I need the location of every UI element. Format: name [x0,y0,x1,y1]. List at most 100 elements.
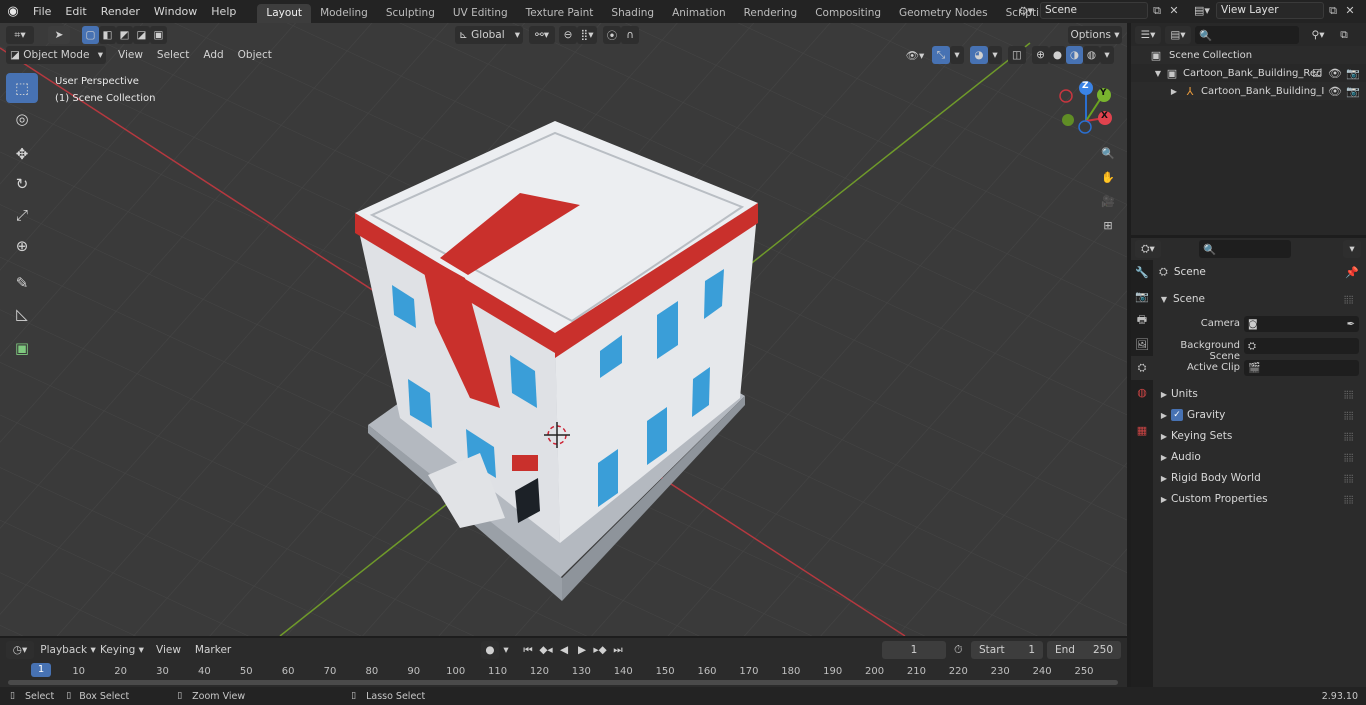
overlays-toggle[interactable]: ◕ [970,46,988,64]
shading-rendered-button[interactable]: ◍ [1083,46,1100,64]
xray-toggle[interactable]: ◫ [1008,46,1026,64]
select-mode-intersect-icon[interactable]: ▣ [150,26,167,44]
tab-tool[interactable]: 🔧 [1131,260,1153,284]
viewport-menu-add[interactable]: Add [203,49,223,61]
rigid-body-world-panel-header[interactable]: ▶ Rigid Body World ⣿⣿ [1159,468,1359,488]
scale-tool[interactable]: ⤢ [6,200,38,230]
tab-animation[interactable]: Animation [663,4,735,23]
view-layer-name-field[interactable]: View Layer [1216,2,1324,19]
tab-layout[interactable]: Layout [257,4,312,23]
gravity-panel-header[interactable]: ▶ ✓ Gravity ⣿⣿ [1159,405,1359,425]
delete-scene-icon[interactable]: ✕ [1166,4,1182,17]
drag-handle-icon[interactable]: ⣿⣿ [1343,474,1354,483]
expand-arrow-icon[interactable]: ▼ [1153,69,1163,78]
duplicate-scene-icon[interactable]: ⧉ [1148,4,1166,18]
gizmo-toggle[interactable]: ⤡ [932,46,950,64]
snap-toggle[interactable]: ⊖ [559,26,577,44]
render-camera-icon[interactable]: 📷 [1346,85,1360,98]
3d-viewport[interactable]: Z Y X ⌗▾ ➤ ▢ ◧ ◩ ◪ ▣ ⊾ Global ▾ ⚯▾ ⊖ ⣿▾ … [0,23,1127,636]
jump-to-prev-keyframe-button[interactable]: ◆◂ [537,641,555,659]
move-tool[interactable]: ✥ [6,139,38,169]
select-mode-extend-icon[interactable]: ◧ [99,26,116,44]
active-clip-field[interactable]: 🎬 [1244,360,1359,376]
editor-type-button[interactable]: ⌗▾ [6,26,34,44]
timeline-scrollbar[interactable] [8,680,1118,685]
keying-set-dropdown[interactable]: ▾ [499,641,513,659]
properties-editor-type-button[interactable]: ⛭▾ [1135,240,1161,258]
gravity-checkbox[interactable]: ✓ [1171,409,1183,421]
expand-arrow-icon[interactable]: ▶ [1169,87,1179,96]
tool-settings-select-icon[interactable]: ➤ [48,26,70,44]
rotate-tool[interactable]: ↻ [6,169,38,199]
shading-dropdown[interactable]: ▾ [1100,46,1114,64]
tab-output[interactable]: 🖶 [1131,308,1153,332]
blender-logo-icon[interactable]: ◉ [0,4,26,19]
tab-view-layer[interactable]: 🖼 [1131,332,1153,356]
drag-handle-icon[interactable]: ⣿⣿ [1343,495,1354,504]
display-mode-dropdown[interactable]: ▤▾ [1165,26,1191,44]
scene-name-field[interactable]: Scene [1040,2,1148,19]
eyedropper-icon[interactable]: ✒ [1347,319,1359,330]
options-dropdown[interactable]: Options ▾ [1068,26,1122,44]
drag-handle-icon[interactable]: ⣿⣿ [1343,432,1354,441]
current-frame-indicator[interactable]: 1 [31,663,51,677]
menu-edit[interactable]: Edit [58,0,93,23]
outliner-row-object[interactable]: ▶ ⅄ Cartoon_Bank_Building_I 👁 📷 [1131,82,1366,100]
transform-orientation-dropdown[interactable]: ⊾ Global ▾ [455,26,523,44]
viewport-menu-select[interactable]: Select [157,49,189,61]
tab-sculpting[interactable]: Sculpting [377,4,444,23]
camera-field[interactable]: ◙ ✒ [1244,316,1359,332]
keying-sets-panel-header[interactable]: ▶ Keying Sets ⣿⣿ [1159,426,1359,446]
visibility-eye-icon[interactable]: 👁 [1328,85,1342,98]
menu-file[interactable]: File [26,0,58,23]
shading-solid-button[interactable]: ● [1049,46,1066,64]
play-button[interactable]: ▶ [573,641,591,659]
custom-properties-panel-header[interactable]: ▶ Custom Properties ⣿⣿ [1159,489,1359,509]
viewport-menu-object[interactable]: Object [238,49,272,61]
scene-icon[interactable]: ⛭▾ [1012,4,1040,18]
select-mode-new-icon[interactable]: ▢ [82,26,99,44]
shading-material-button[interactable]: ◑ [1066,46,1083,64]
tab-modeling[interactable]: Modeling [311,4,377,23]
tab-rendering[interactable]: Rendering [735,4,807,23]
zoom-view-icon[interactable]: 🔍 [1096,141,1120,165]
tab-geometry-nodes[interactable]: Geometry Nodes [890,4,997,23]
units-panel-header[interactable]: ▶ Units ⣿⣿ [1159,384,1359,404]
playback-dropdown[interactable]: Playback ▾ [40,641,96,659]
timeline-menu-view[interactable]: View [156,644,181,656]
proportional-edit-toggle[interactable]: ⦿ [603,26,621,44]
outliner-editor-type-button[interactable]: ☰▾ [1135,26,1161,44]
timeline-editor-type-button[interactable]: ◷▾ [6,641,34,659]
outliner-row-scene-collection[interactable]: ▣ Scene Collection [1131,46,1366,64]
play-reverse-button[interactable]: ◀ [555,641,573,659]
outliner-row-collection[interactable]: ▼ ▣ Cartoon_Bank_Building_Red ☑ 👁 📷 [1131,64,1366,82]
visibility-eye-icon[interactable]: 👁 [1328,67,1342,80]
cursor-tool[interactable]: ◎ [6,104,38,134]
gizmo-dropdown[interactable]: ▾ [950,46,964,64]
properties-search-input[interactable]: 🔍 [1199,240,1291,258]
tab-texture[interactable]: ▦ [1131,418,1153,442]
measure-tool[interactable]: ◺ [6,299,38,329]
tab-world[interactable]: ◍ [1131,380,1153,404]
mode-dropdown[interactable]: ◪ Object Mode ▾ [6,46,106,64]
tab-compositing[interactable]: Compositing [806,4,890,23]
camera-view-icon[interactable]: 🎥 [1096,189,1120,213]
select-mode-subtract-icon[interactable]: ◩ [116,26,133,44]
new-collection-button[interactable]: ⧉ [1335,26,1353,44]
snap-target-dropdown[interactable]: ⣿▾ [577,26,597,44]
drag-handle-icon[interactable]: ⣿⣿ [1343,390,1354,399]
end-frame-field[interactable]: End 250 [1047,641,1121,659]
overlays-dropdown[interactable]: ▾ [988,46,1002,64]
stopwatch-icon[interactable]: ⏱ [954,643,963,657]
viewport-menu-view[interactable]: View [118,49,143,61]
filter-dropdown[interactable]: ⚲▾ [1305,26,1331,44]
current-frame-field[interactable]: 1 [882,641,946,659]
drag-handle-icon[interactable]: ⣿⣿ [1343,295,1354,304]
duplicate-view-layer-icon[interactable]: ⧉ [1324,4,1342,18]
view-layer-icon[interactable]: ▤▾ [1188,4,1216,17]
drag-handle-icon[interactable]: ⣿⣿ [1343,411,1354,420]
select-mode-invert-icon[interactable]: ◪ [133,26,150,44]
menu-window[interactable]: Window [147,0,204,23]
tab-render[interactable]: 📷 [1131,284,1153,308]
shading-wireframe-button[interactable]: ⊕ [1032,46,1049,64]
